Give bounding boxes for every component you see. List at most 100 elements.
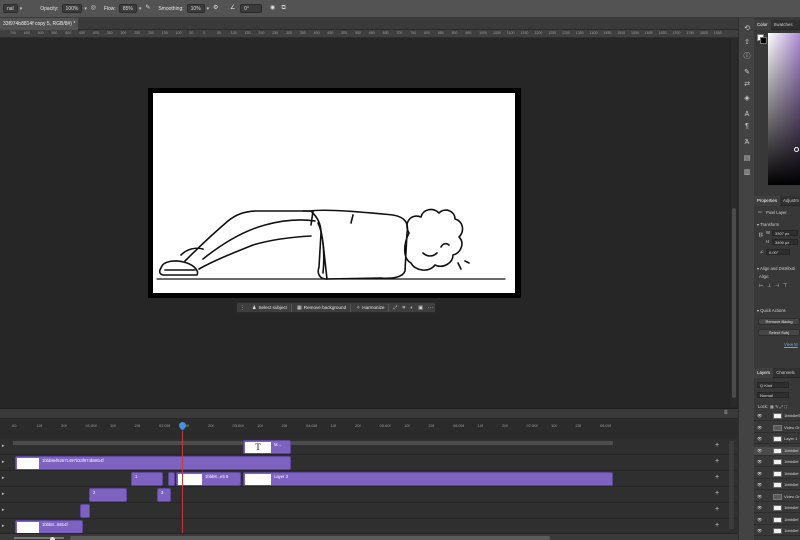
glyph-icon[interactable]: Ά [742, 138, 752, 148]
eye-icon[interactable]: 👁 [757, 470, 762, 478]
chevron-down-icon[interactable]: ▾ [139, 6, 142, 12]
layer-group-row[interactable]: 👁 Video Gro [754, 424, 800, 433]
history-icon[interactable]: ⟲ [742, 24, 752, 34]
layer-row[interactable]: 👁 1bbb8ef [754, 458, 800, 467]
eye-icon[interactable]: 👁 [757, 527, 762, 535]
horizontal-ruler[interactable]: 700 650 600 550 500 450 400 350 300 250 200 150 100 5… [0, 30, 738, 38]
crop-icon[interactable]: ⌗ [402, 305, 405, 311]
adjust-icon[interactable]: ⇄ [742, 80, 752, 90]
pressure-opacity-icon[interactable]: ◎ [89, 4, 98, 13]
width-field[interactable]: 3307 px [772, 230, 798, 236]
pressure-size-icon[interactable]: ◉ [268, 4, 277, 13]
select-subject-panel-button[interactable]: Select Subj [758, 329, 800, 336]
adjustment-icon[interactable]: ◐ [410, 305, 413, 311]
video-clip-bottom[interactable]: 1bbb8...8814f [15, 520, 83, 534]
angle-field[interactable]: 0° [240, 4, 263, 13]
layer-row[interactable]: 👁 Layer 1 [754, 435, 800, 444]
angle-field[interactable]: 0.00° [766, 249, 790, 255]
document-tab[interactable]: 33f974b8814f copy 5, RGB/8#) * [0, 18, 79, 30]
video-clip-1[interactable]: 1 [131, 472, 163, 486]
remove-background-panel-button[interactable]: Remove Backg [758, 318, 800, 325]
tab-layers[interactable]: Layers [754, 368, 774, 378]
add-media-icon[interactable]: + [715, 490, 719, 497]
mask-icon[interactable]: ▣ [418, 305, 423, 311]
smoothing-field[interactable]: 10% [186, 4, 205, 13]
timeline-track[interactable]: ▸ + [0, 503, 738, 519]
layer-row[interactable]: 👁 1bbb8ef [754, 527, 800, 536]
layer-row[interactable]: 👁 1bbb8ef [754, 481, 800, 490]
timeline-vertical-scrollbar[interactable] [729, 441, 734, 529]
background-color-swatch[interactable] [760, 37, 767, 44]
eye-icon[interactable]: 👁 [757, 493, 762, 501]
layer-group-row[interactable]: 👁 Video Gro [754, 493, 800, 502]
lock-icons[interactable]: ▦ ✎ ⤢ ⛶ [770, 404, 787, 409]
chevron-down-icon[interactable]: ▾ [207, 6, 210, 12]
eye-icon[interactable]: 👁 [757, 458, 762, 466]
eye-icon[interactable]: 👁 [757, 447, 762, 455]
track-expand-icon[interactable]: ▸ [2, 523, 5, 529]
mode-dropdown[interactable]: nal [3, 4, 18, 13]
track-expand-icon[interactable]: ▸ [2, 459, 5, 465]
color-picker-field[interactable] [768, 33, 800, 185]
info-icon[interactable]: ⓘ [742, 52, 752, 62]
timeline-zoom-slider[interactable] [14, 537, 64, 540]
layer-row[interactable]: 👁 1bbb8ef [754, 504, 800, 513]
chevron-down-icon[interactable]: ▾ [84, 6, 87, 12]
layer-row[interactable]: 👁 1bbb8ef [754, 446, 800, 456]
transform-icon[interactable]: ⤢ [393, 305, 397, 311]
layer-row[interactable]: 👁 1bbb8ef [754, 516, 800, 525]
tab-color[interactable]: Color [754, 20, 771, 30]
library-icon[interactable]: ▥ [742, 168, 752, 178]
symmetry-icon[interactable]: ⧉ [279, 4, 288, 13]
opacity-field[interactable]: 100% [61, 4, 83, 13]
eye-icon[interactable]: 👁 [757, 412, 762, 420]
video-clip-3[interactable]: 2 [89, 488, 127, 502]
track-expand-icon[interactable]: ▸ [2, 507, 5, 513]
timeline-ruler[interactable]: 00 10f 20f 01:00f 10f 20f 02:00f 10f 20f 03:00f 10… [0, 419, 738, 445]
view-more-link[interactable]: View M [784, 342, 798, 347]
canvas-scroll-thumb[interactable] [732, 208, 736, 398]
video-clip-5[interactable] [80, 504, 90, 518]
add-media-icon[interactable]: + [715, 474, 719, 481]
canvas-vertical-scrollbar[interactable] [731, 38, 737, 406]
eye-icon[interactable]: 👁 [757, 504, 762, 512]
eye-icon[interactable]: 👁 [757, 516, 762, 524]
align-top-icon[interactable]: ⊤ [783, 283, 787, 289]
align-center-icon[interactable]: ⊥ [767, 283, 771, 289]
eye-icon[interactable]: 👁 [757, 481, 762, 489]
color-picker-cursor[interactable] [794, 147, 799, 152]
eye-icon[interactable]: 👁 [757, 435, 762, 443]
layer-row[interactable]: 👁 1bbb8ef5 [754, 412, 800, 421]
panel-menu-icon[interactable]: ≡ [724, 410, 728, 416]
quick-actions-header[interactable]: ▾ Quick Actions [757, 308, 786, 313]
drag-handle-icon[interactable]: ⋮ [240, 305, 245, 311]
height-field[interactable]: 3400 px [772, 239, 798, 245]
track-expand-icon[interactable]: ▸ [2, 443, 5, 449]
video-clip-2[interactable]: 1bbb8...e5 5 [176, 472, 241, 486]
text-clip[interactable]: T M... [243, 440, 291, 454]
align-header[interactable]: ▾ Align and Distributi [757, 266, 795, 271]
export-icon[interactable]: ⇧ [742, 38, 752, 48]
gear-icon[interactable]: ⚙ [211, 4, 220, 13]
tab-adjustments[interactable]: Adjustm [780, 196, 800, 206]
paragraph-icon[interactable]: ¶ [742, 122, 752, 132]
add-media-icon[interactable]: + [715, 506, 719, 513]
add-media-icon[interactable]: + [715, 522, 719, 529]
harmonize-button[interactable]: ✧ Harmonize [356, 305, 384, 311]
layer-3-clip[interactable]: Layer 3 [243, 472, 613, 486]
canvas-artboard[interactable] [153, 93, 515, 293]
add-media-icon[interactable]: + [715, 442, 719, 449]
timeline-horizontal-scrollbar[interactable] [70, 536, 550, 540]
track-expand-icon[interactable]: ▸ [2, 475, 5, 481]
select-subject-button[interactable]: ♟ Select subject [252, 305, 287, 311]
align-right-icon[interactable]: ⊣ [775, 283, 779, 289]
document-icon[interactable]: ▤ [742, 154, 752, 164]
layer-filter-dropdown[interactable]: Q Kind [757, 382, 789, 388]
flow-field[interactable]: 85% [118, 4, 137, 13]
track-expand-icon[interactable]: ▸ [2, 491, 5, 497]
align-left-icon[interactable]: ⊢ [759, 283, 763, 289]
video-clip-small[interactable] [168, 472, 175, 486]
video-clip-main[interactable]: 1bbb8ef52571497b33f974b8814f [15, 456, 291, 470]
video-clip-4[interactable]: 3 [157, 488, 171, 502]
layers-icon[interactable]: ◈ [742, 94, 752, 104]
